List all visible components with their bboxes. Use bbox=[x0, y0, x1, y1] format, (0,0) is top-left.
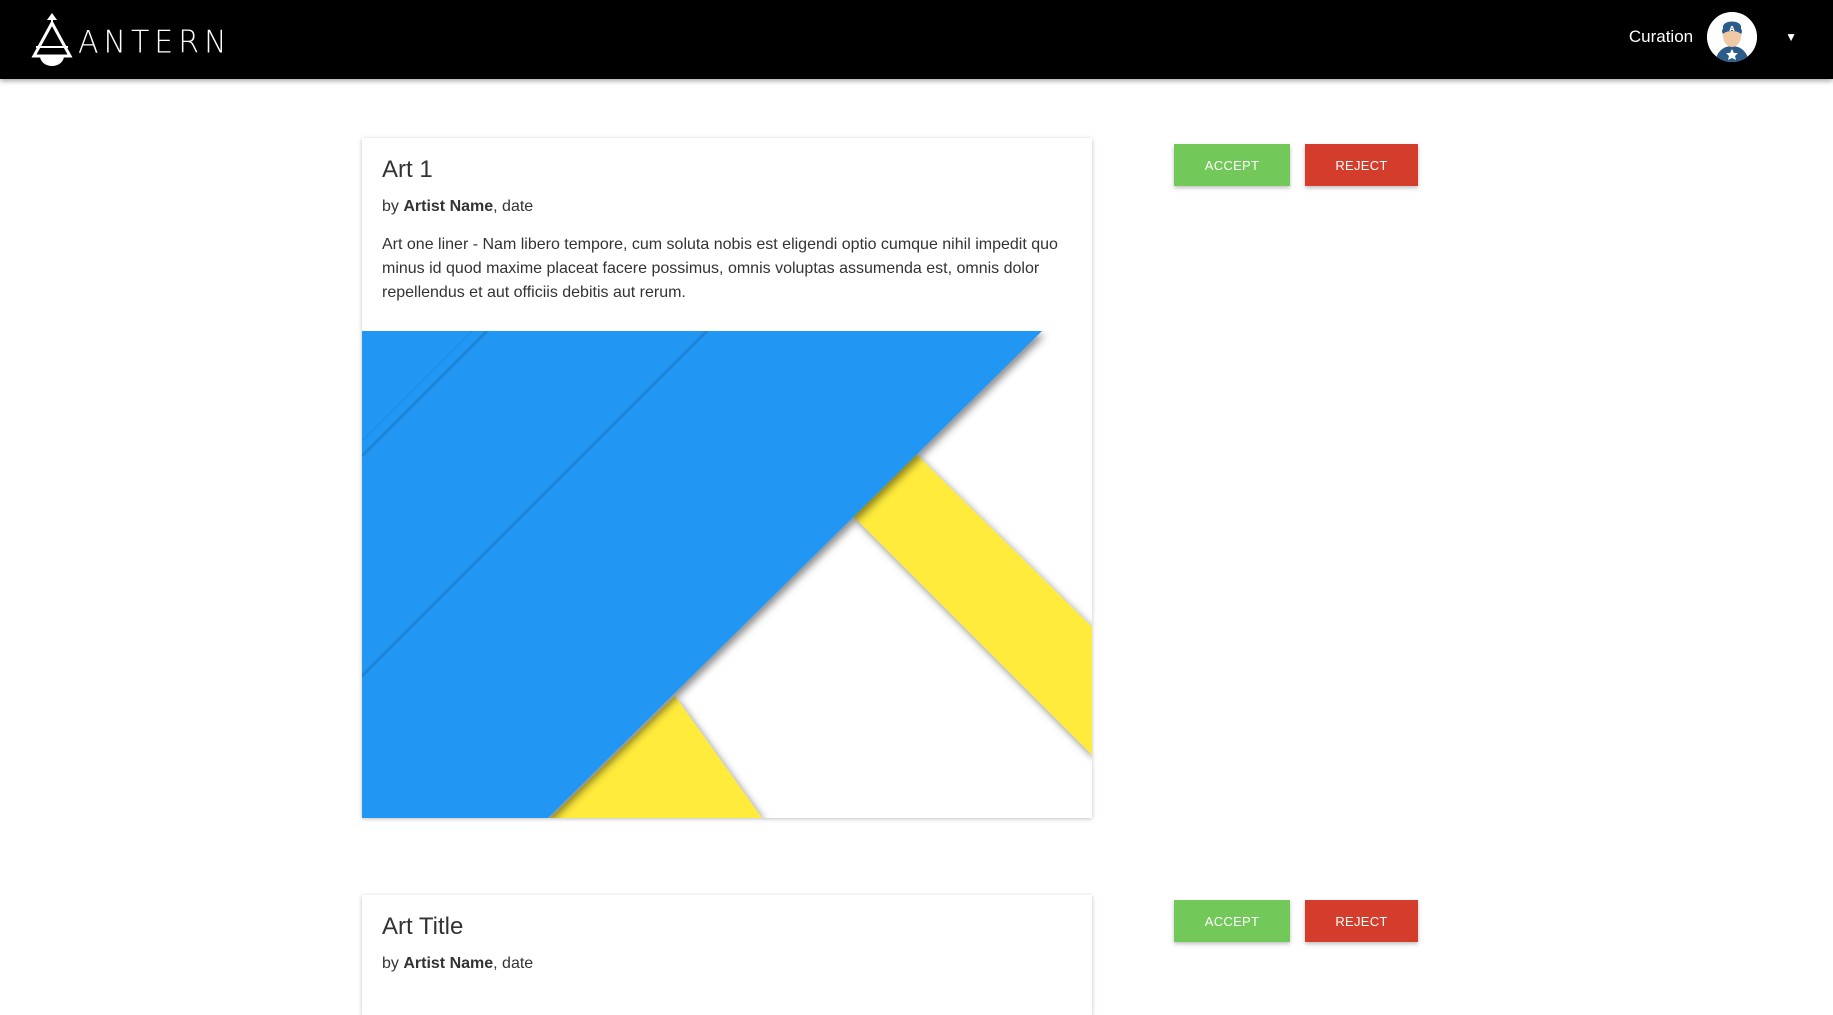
artwork-description: Art one liner - Nam libero tempore, cum … bbox=[382, 236, 1058, 301]
artist-name: Artist Name bbox=[403, 198, 494, 215]
lamp-logo-icon bbox=[31, 13, 73, 66]
artwork-card: Art 1 by Artist Name, date Art one liner… bbox=[362, 138, 1092, 818]
artwork-actions: ACCEPT REJECT bbox=[1174, 144, 1418, 186]
byline-date: , date bbox=[493, 955, 534, 972]
superhero-avatar-icon: A bbox=[1707, 11, 1758, 62]
top-navbar: ANTERN Curation A ▼ bbox=[0, 0, 1833, 79]
artwork-byline: by Artist Name, date bbox=[382, 198, 1072, 216]
reject-button[interactable]: REJECT bbox=[1305, 900, 1418, 942]
artwork-image[interactable] bbox=[362, 331, 1092, 818]
svg-text:A: A bbox=[1729, 25, 1735, 33]
brand-logo[interactable]: ANTERN bbox=[30, 10, 232, 68]
byline-date: , date bbox=[493, 198, 534, 215]
byline-prefix: by bbox=[382, 198, 404, 215]
artwork-byline: by Artist Name, date bbox=[382, 955, 1072, 973]
artwork-actions: ACCEPT REJECT bbox=[1174, 900, 1418, 942]
artwork-title: Art Title bbox=[382, 913, 464, 940]
artwork-card: Art Title by Artist Name, date bbox=[362, 895, 1092, 1015]
caret-down-icon[interactable]: ▼ bbox=[1785, 30, 1797, 44]
accept-button[interactable]: ACCEPT bbox=[1174, 900, 1290, 942]
nav-curation-link[interactable]: Curation bbox=[1629, 27, 1693, 47]
byline-prefix: by bbox=[382, 955, 404, 972]
accept-button[interactable]: ACCEPT bbox=[1174, 144, 1290, 186]
brand-name: ANTERN bbox=[78, 23, 232, 61]
artist-name: Artist Name bbox=[403, 955, 494, 972]
user-avatar[interactable]: A bbox=[1707, 11, 1758, 62]
artwork-title: Art 1 bbox=[382, 156, 433, 183]
reject-button[interactable]: REJECT bbox=[1305, 144, 1418, 186]
